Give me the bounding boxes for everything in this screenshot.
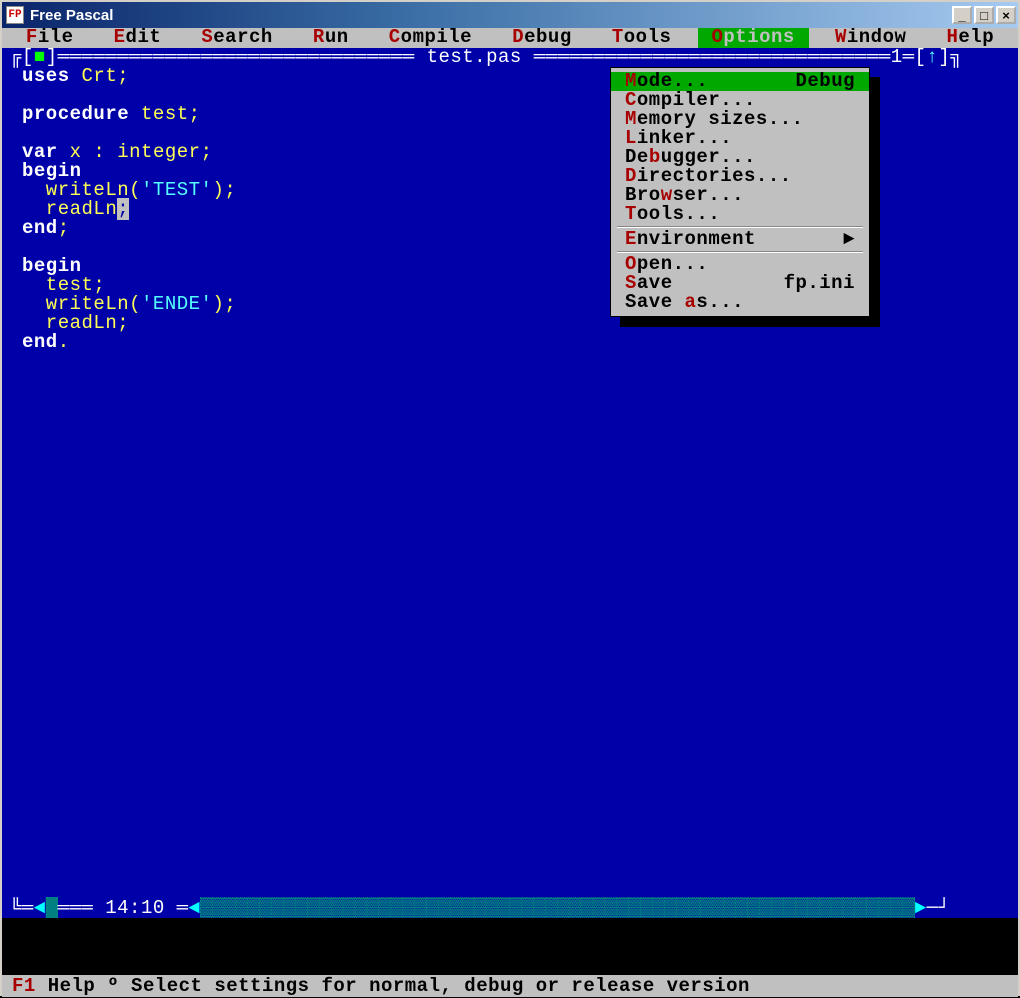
menu-debug[interactable]: Debug (498, 28, 585, 48)
menu-compile[interactable]: Compile (375, 28, 486, 48)
menu-run[interactable]: Run (299, 28, 363, 48)
editor-frame-bottom: ╚═◄█═══ 14:10 ═◄▒▒▒▒▒▒▒▒▒▒▒▒▒▒▒▒▒▒▒▒▒▒▒▒… (2, 899, 1018, 918)
options-environment[interactable]: Environment► (611, 230, 869, 249)
menu-help[interactable]: Help (933, 28, 1008, 48)
window-title: Free Pascal (30, 7, 952, 24)
menu-search[interactable]: Search (187, 28, 286, 48)
status-fkey: F1 (12, 977, 36, 996)
menu-window[interactable]: Window (821, 28, 920, 48)
options-save-as[interactable]: Save as... (611, 293, 869, 312)
editor-window[interactable]: ╔[■]══════════════════════════════ test.… (2, 48, 1018, 918)
close-button[interactable]: × (996, 6, 1016, 24)
app-icon: FP (6, 6, 24, 24)
menu-edit[interactable]: Edit (100, 28, 175, 48)
minimize-button[interactable]: _ (952, 6, 972, 24)
options-tools-opt[interactable]: Tools... (611, 205, 869, 224)
output-gap (2, 918, 1018, 975)
maximize-button[interactable]: □ (974, 6, 994, 24)
options-menu-dropdown: Mode...DebugCompiler...Memory sizes...Li… (610, 67, 870, 317)
editor-frame-top: ╔[■]══════════════════════════════ test.… (2, 48, 1018, 67)
window-titlebar: FP Free Pascal _ □ × (0, 0, 1020, 28)
menu-file[interactable]: File (12, 28, 87, 48)
status-help: Help (36, 977, 107, 996)
statusbar: F1 Help º Select settings for normal, de… (2, 975, 1018, 997)
ide-area: File Edit Search Run Compile Debug Tools… (0, 28, 1020, 996)
menubar: File Edit Search Run Compile Debug Tools… (2, 28, 1018, 48)
menu-tools[interactable]: Tools (598, 28, 685, 48)
status-hint: Select settings for normal, debug or rel… (119, 977, 750, 996)
menu-options[interactable]: Options (698, 28, 809, 48)
